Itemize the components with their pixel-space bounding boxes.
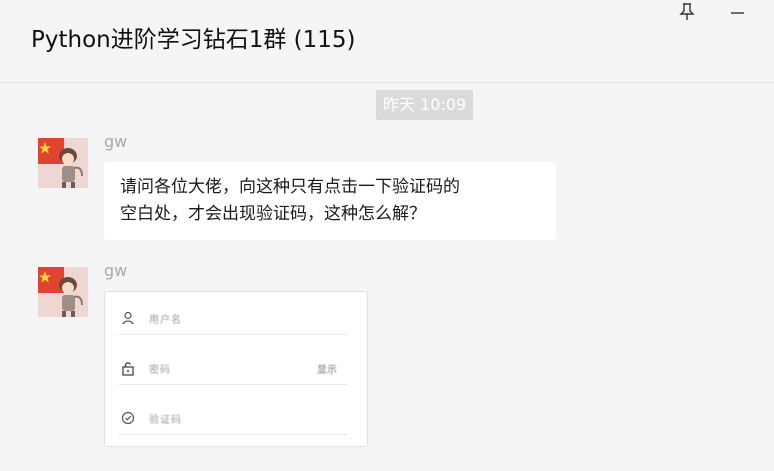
sender-name: gw	[104, 261, 128, 280]
image-message[interactable]: 用户名 密码 显示 验证码	[104, 291, 368, 447]
sender-name: gw	[104, 132, 128, 151]
pin-button[interactable]	[675, 0, 699, 24]
lock-icon	[119, 359, 137, 377]
username-placeholder: 用户名	[149, 314, 182, 326]
avatar[interactable]	[38, 267, 88, 317]
chat-title: Python进阶学习钻石1群 (115)	[31, 27, 356, 53]
avatar-icon	[38, 138, 88, 188]
timestamp-badge: 昨天 10:09	[376, 90, 474, 120]
avatar[interactable]	[38, 138, 88, 188]
password-row: 密码 显示	[119, 352, 347, 385]
avatar-icon	[38, 267, 88, 317]
shield-icon	[119, 409, 137, 427]
password-placeholder: 密码	[149, 364, 171, 376]
captcha-row: 验证码	[119, 402, 347, 435]
message-text-line: 空白处，才会出现验证码，这种怎么解？	[120, 204, 426, 224]
chat-header: Python进阶学习钻石1群 (115)	[0, 0, 774, 83]
show-password-toggle: 显示	[317, 364, 337, 376]
message-text-line: 请问各位大佬，向这种只有点击一下验证码的	[120, 177, 460, 197]
captcha-placeholder: 验证码	[149, 414, 182, 426]
minimize-button[interactable]	[725, 0, 749, 24]
pin-icon	[679, 3, 695, 20]
user-icon	[119, 309, 137, 327]
minimize-icon	[731, 12, 744, 14]
username-row: 用户名	[119, 302, 347, 335]
message-bubble[interactable]: 请问各位大佬，向这种只有点击一下验证码的 空白处，才会出现验证码，这种怎么解？	[104, 162, 556, 240]
